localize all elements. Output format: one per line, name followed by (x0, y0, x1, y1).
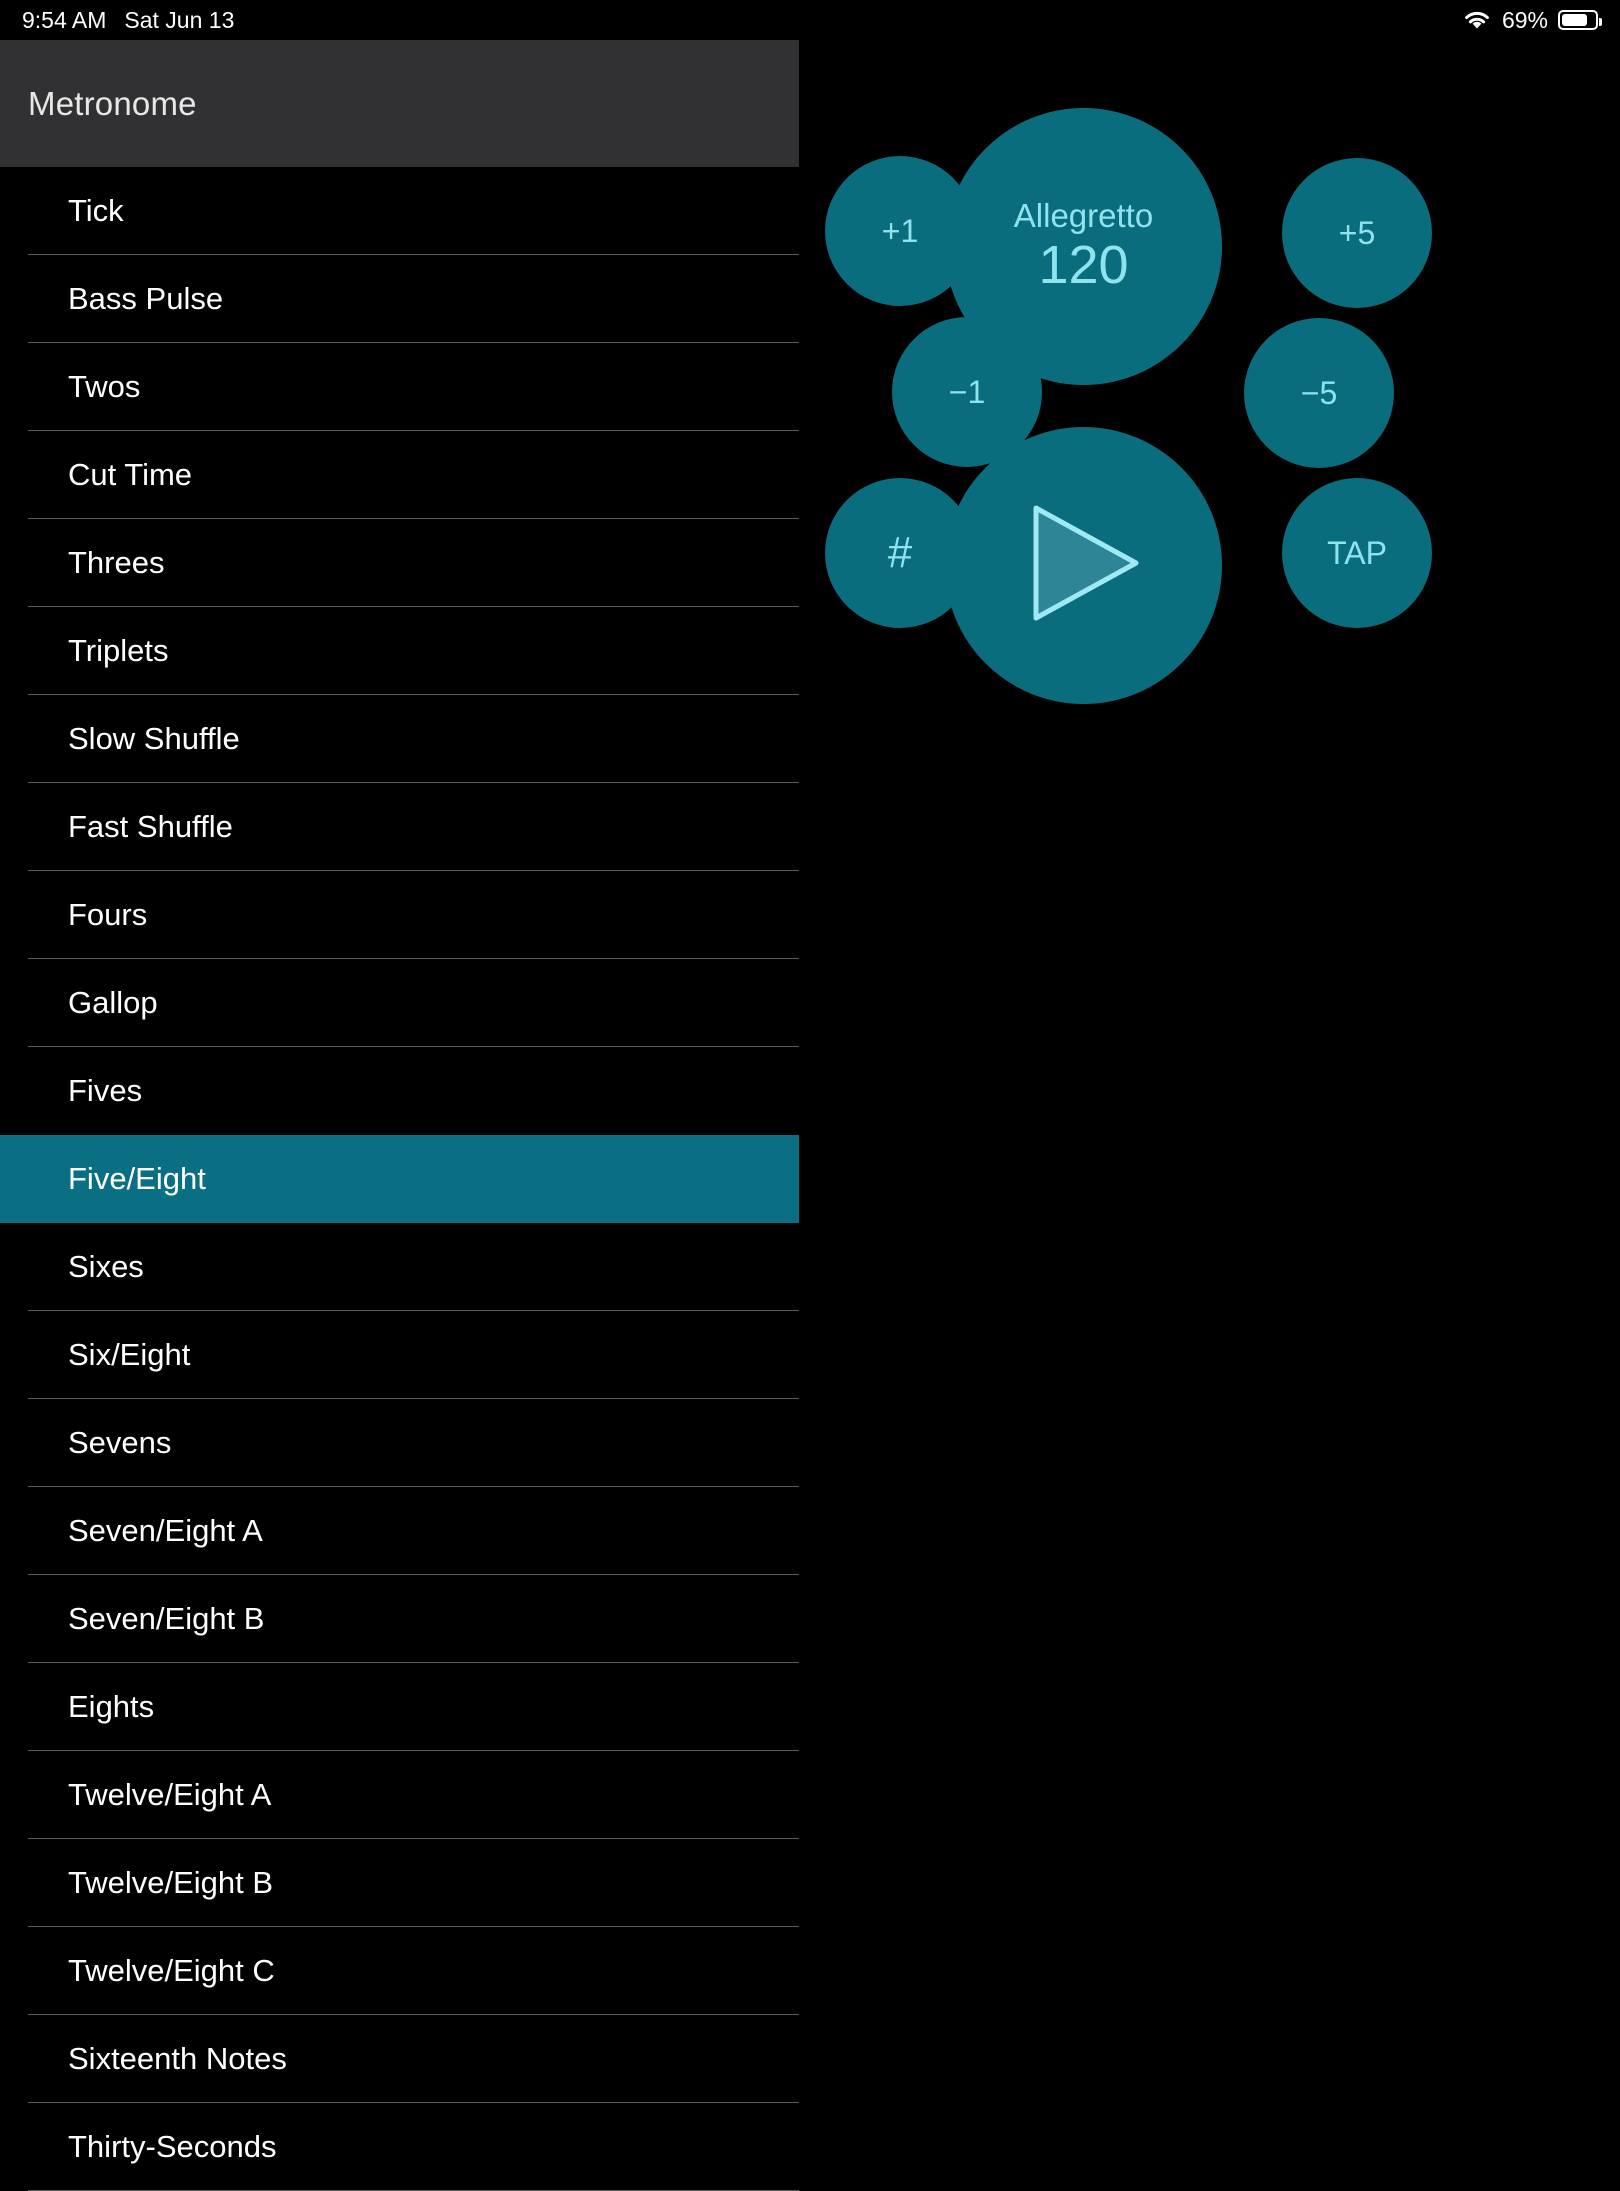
sidebar-item-label: Gallop (68, 985, 158, 1020)
sidebar-item-label: Bass Pulse (68, 281, 224, 316)
sidebar-item-label: Sixteenth Notes (68, 2041, 287, 2076)
sidebar-item-gallop[interactable]: Gallop (0, 959, 799, 1047)
sidebar-item-threes[interactable]: Threes (0, 519, 799, 607)
sidebar-item-seven-eight-a[interactable]: Seven/Eight A (0, 1487, 799, 1575)
sidebar-item-bass-pulse[interactable]: Bass Pulse (0, 255, 799, 343)
sidebar-item-label: Eights (68, 1689, 155, 1724)
play-button[interactable] (945, 427, 1222, 704)
tap-label: TAP (1327, 534, 1387, 571)
sidebar-item-label: Twelve/Eight A (68, 1777, 272, 1812)
sidebar-item-sixes[interactable]: Sixes (0, 1223, 799, 1311)
sidebar-item-label: Threes (68, 545, 165, 580)
sidebar-item-label: Twelve/Eight B (68, 1865, 274, 1900)
sound-pattern-list: Tick Bass Pulse Twos Cut Time Threes Triplets… (0, 167, 799, 2191)
sidebar-item-triplets[interactable]: Triplets (0, 607, 799, 695)
sidebar-item-label: Seven/Eight A (68, 1513, 263, 1548)
sidebar-item-sixteenth-notes[interactable]: Sixteenth Notes (0, 2015, 799, 2103)
sidebar-item-label: Seven/Eight B (68, 1601, 265, 1636)
decrement-one-label: −1 (948, 373, 986, 410)
tap-button[interactable]: TAP (1282, 478, 1432, 628)
wifi-icon (1462, 9, 1492, 31)
hash-icon: # (887, 528, 913, 577)
sidebar-item-label: Five/Eight (68, 1161, 206, 1196)
tempo-name-label: Allegretto (1013, 196, 1154, 234)
sidebar-item-label: Fours (68, 897, 148, 932)
sidebar-item-label: Sixes (68, 1249, 144, 1284)
sidebar-header: Metronome (0, 40, 799, 167)
sidebar-item-twelve-eight-a[interactable]: Twelve/Eight A (0, 1751, 799, 1839)
sidebar-item-label: Slow Shuffle (68, 721, 240, 756)
sidebar-item-slow-shuffle[interactable]: Slow Shuffle (0, 695, 799, 783)
sidebar-item-eights[interactable]: Eights (0, 1663, 799, 1751)
battery-icon (1558, 10, 1602, 30)
metronome-panel: +1 Allegretto 120 +5 −1 −5 # TAP (799, 40, 1620, 2160)
sidebar-item-six-eight[interactable]: Six/Eight (0, 1311, 799, 1399)
status-bar-right: 69% (1462, 6, 1602, 34)
play-icon (1024, 502, 1144, 629)
sidebar-item-twos[interactable]: Twos (0, 343, 799, 431)
page-title: Metronome (28, 84, 197, 122)
sidebar-item-label: Fives (68, 1073, 143, 1108)
decrement-five-label: −5 (1300, 374, 1338, 411)
increment-one-label: +1 (881, 212, 919, 249)
sidebar-item-label: Tick (68, 193, 124, 228)
sidebar-item-tick[interactable]: Tick (0, 167, 799, 255)
sidebar: Metronome Tick Bass Pulse Twos Cut Time Thre… (0, 40, 799, 2191)
increment-five-label: +5 (1338, 214, 1376, 251)
sidebar-item-label: Twelve/Eight C (68, 1953, 275, 1988)
sidebar-item-seven-eight-b[interactable]: Seven/Eight B (0, 1575, 799, 1663)
tempo-bpm-label: 120 (1038, 234, 1129, 295)
sidebar-item-sevens[interactable]: Sevens (0, 1399, 799, 1487)
sidebar-item-fast-shuffle[interactable]: Fast Shuffle (0, 783, 799, 871)
battery-percent-label: 69% (1501, 6, 1548, 33)
sidebar-item-label: Sevens (68, 1425, 172, 1460)
sidebar-item-twelve-eight-c[interactable]: Twelve/Eight C (0, 1927, 799, 2015)
increment-five-button[interactable]: +5 (1282, 158, 1432, 308)
decrement-five-button[interactable]: −5 (1244, 318, 1394, 468)
status-bar: 9:54 AM Sat Jun 13 69% (0, 0, 1620, 40)
sidebar-item-cut-time[interactable]: Cut Time (0, 431, 799, 519)
status-time: 9:54 AM (22, 6, 107, 33)
status-bar-left: 9:54 AM Sat Jun 13 (22, 7, 234, 34)
sidebar-item-label: Cut Time (68, 457, 193, 492)
sidebar-item-fives[interactable]: Fives (0, 1047, 799, 1135)
sidebar-item-label: Twos (68, 369, 141, 404)
sidebar-item-thirty-seconds[interactable]: Thirty-Seconds (0, 2103, 799, 2191)
sidebar-item-five-eight[interactable]: Five/Eight (0, 1135, 799, 1223)
sidebar-item-label: Fast Shuffle (68, 809, 233, 844)
sidebar-item-label: Triplets (68, 633, 169, 668)
status-date: Sat Jun 13 (124, 6, 235, 33)
sidebar-item-label: Six/Eight (68, 1337, 191, 1372)
sidebar-item-fours[interactable]: Fours (0, 871, 799, 959)
sidebar-item-twelve-eight-b[interactable]: Twelve/Eight B (0, 1839, 799, 1927)
